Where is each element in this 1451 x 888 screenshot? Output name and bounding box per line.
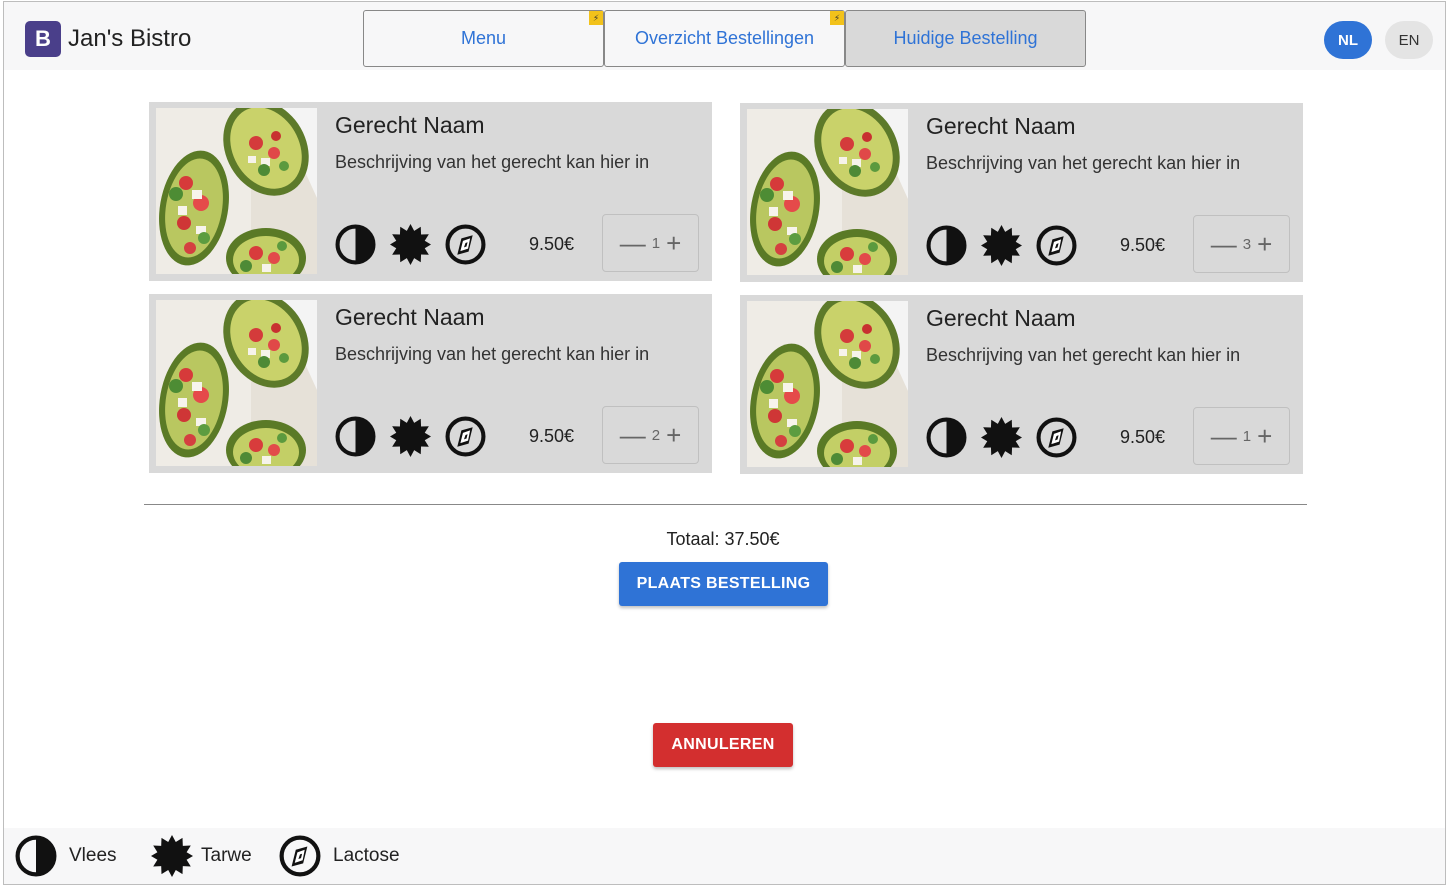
quantity-stepper: — 3 + bbox=[1193, 215, 1290, 273]
dish-description: Beschrijving van het gerecht kan hier in bbox=[926, 153, 1241, 173]
lactose-icon bbox=[1036, 225, 1077, 266]
quantity-value: 1 bbox=[651, 234, 661, 252]
meat-icon bbox=[335, 416, 376, 457]
wheat-icon bbox=[390, 224, 431, 265]
wheat-icon bbox=[151, 835, 193, 877]
quantity-stepper: — 1 + bbox=[602, 214, 699, 272]
allergen-icons bbox=[335, 224, 486, 265]
tab-menu[interactable]: Menu ⚡ bbox=[363, 10, 604, 67]
dish-name: Gerecht Naam bbox=[926, 113, 1076, 139]
wheat-icon bbox=[390, 416, 431, 457]
quantity-stepper: — 2 + bbox=[602, 406, 699, 464]
dish-name: Gerecht Naam bbox=[335, 112, 485, 138]
dish-price: 9.50€ bbox=[1120, 427, 1166, 447]
meat-icon bbox=[926, 417, 967, 458]
header: B Jan's Bistro Menu ⚡ Overzicht Bestelli… bbox=[4, 2, 1445, 70]
quantity-stepper: — 1 + bbox=[1193, 407, 1290, 465]
brand-name: Jan's Bistro bbox=[68, 25, 192, 52]
dish-price: 9.50€ bbox=[529, 426, 575, 446]
decrease-button[interactable]: — bbox=[1211, 423, 1237, 449]
logo[interactable]: B bbox=[25, 21, 61, 57]
dish-card: Gerecht Naam Beschrijving van het gerech… bbox=[740, 103, 1303, 282]
lactose-icon bbox=[445, 416, 486, 457]
wheat-icon bbox=[981, 417, 1022, 458]
meat-icon bbox=[335, 224, 376, 265]
increase-button[interactable]: + bbox=[1257, 423, 1272, 449]
decrease-button[interactable]: — bbox=[620, 422, 646, 448]
wheat-icon bbox=[981, 225, 1022, 266]
allergen-legend: Vlees Tarwe Lactose bbox=[4, 828, 1445, 884]
legend-item-lactose: Lactose bbox=[279, 835, 400, 877]
dish-description: Beschrijving van het gerecht kan hier in bbox=[926, 345, 1241, 365]
dish-name: Gerecht Naam bbox=[926, 305, 1076, 331]
increase-button[interactable]: + bbox=[666, 422, 681, 448]
tab-huidige-bestelling[interactable]: Huidige Bestelling bbox=[845, 10, 1086, 67]
allergen-icons bbox=[335, 416, 486, 457]
lightning-icon: ⚡ bbox=[830, 11, 844, 25]
cancel-button[interactable]: ANNULEREN bbox=[653, 723, 793, 767]
language-nl-button[interactable]: NL bbox=[1324, 21, 1372, 59]
legend-item-tarwe: Tarwe bbox=[151, 835, 252, 877]
dish-image bbox=[747, 109, 908, 275]
order-total: Totaal: 37.50€ bbox=[666, 529, 780, 549]
divider bbox=[144, 504, 1307, 505]
legend-label: Tarwe bbox=[201, 845, 252, 866]
dish-image bbox=[156, 108, 317, 274]
legend-label: Vlees bbox=[69, 845, 117, 866]
allergen-icons bbox=[926, 225, 1077, 266]
dish-card: Gerecht Naam Beschrijving van het gerech… bbox=[740, 295, 1303, 474]
tab-label: Menu bbox=[460, 28, 507, 48]
allergen-icons bbox=[926, 417, 1077, 458]
lightning-icon: ⚡ bbox=[589, 11, 603, 25]
dish-description: Beschrijving van het gerecht kan hier in bbox=[335, 152, 650, 172]
legend-item-vlees: Vlees bbox=[15, 835, 117, 877]
meat-icon bbox=[926, 225, 967, 266]
lactose-icon bbox=[445, 224, 486, 265]
increase-button[interactable]: + bbox=[1257, 231, 1272, 257]
tab-overzicht-bestellingen[interactable]: Overzicht Bestellingen ⚡ bbox=[604, 10, 845, 67]
lactose-icon bbox=[279, 835, 321, 877]
decrease-button[interactable]: — bbox=[1211, 231, 1237, 257]
quantity-value: 2 bbox=[651, 426, 661, 444]
tab-label: Overzicht Bestellingen bbox=[634, 28, 815, 48]
dish-image bbox=[156, 300, 317, 466]
meat-icon bbox=[15, 835, 57, 877]
dish-card: Gerecht Naam Beschrijving van het gerech… bbox=[149, 102, 712, 281]
dish-description: Beschrijving van het gerecht kan hier in bbox=[335, 344, 650, 364]
dish-image bbox=[747, 301, 908, 467]
dish-name: Gerecht Naam bbox=[335, 304, 485, 330]
tab-label: Huidige Bestelling bbox=[893, 28, 1038, 48]
dish-card: Gerecht Naam Beschrijving van het gerech… bbox=[149, 294, 712, 473]
decrease-button[interactable]: — bbox=[620, 230, 646, 256]
quantity-value: 3 bbox=[1242, 235, 1252, 253]
increase-button[interactable]: + bbox=[666, 230, 681, 256]
dish-price: 9.50€ bbox=[1120, 235, 1166, 255]
legend-label: Lactose bbox=[333, 845, 400, 866]
place-order-button[interactable]: PLAATS BESTELLING bbox=[619, 562, 828, 606]
quantity-value: 1 bbox=[1242, 427, 1252, 445]
lactose-icon bbox=[1036, 417, 1077, 458]
dish-price: 9.50€ bbox=[529, 234, 575, 254]
language-en-button[interactable]: EN bbox=[1385, 21, 1433, 59]
